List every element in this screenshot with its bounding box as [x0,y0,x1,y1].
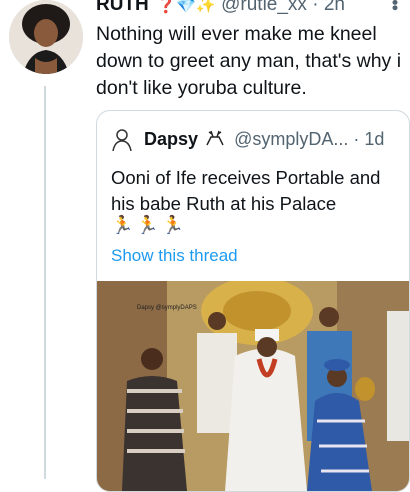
tweet-text: Nothing will ever make me kneel down to … [96,23,402,99]
more-options-icon[interactable]: ••• [385,0,405,10]
show-thread-link[interactable]: Show this thread [111,246,238,266]
thread-connector-line [44,86,46,479]
deer-logo-icon [203,129,234,149]
author-handle[interactable]: @rutie_xx [221,0,307,15]
quoted-author-handle[interactable]: @symplyDA... [234,129,348,149]
author-name-emojis: ❓💎✨ [156,0,216,14]
author-avatar[interactable] [9,0,83,74]
photo-watermark: Dapsy @symplyDAPS [137,305,197,311]
quoted-author-avatar[interactable] [111,129,133,152]
quoted-tweet-header: Dapsy @symplyDA... · 1d [111,127,384,152]
quoted-author-name[interactable]: Dapsy [144,129,198,149]
quoted-tweet-timestamp[interactable]: 1d [364,129,384,149]
quoted-tweet-photo[interactable]: Dapsy @symplyDAPS [97,281,409,491]
person-icon [112,129,132,152]
separator-dot: · [353,129,365,149]
tweet-header: RUTH ❓💎✨ @rutie_xx · 2h [96,0,345,18]
separator-dot: · [312,0,319,15]
avatar-image [9,0,83,74]
quoted-tweet-emojis: 🏃🏃🏃 [111,215,188,235]
quoted-tweet-text: Ooni of Ife receives Portable and his ba… [111,167,381,214]
tweet-timestamp[interactable]: 2h [324,0,345,15]
palace-photo-image: Dapsy @symplyDAPS [97,281,409,491]
author-name[interactable]: RUTH [96,0,149,15]
quoted-tweet-card[interactable]: Dapsy @symplyDA... · 1d Ooni of Ife rece… [96,110,410,492]
